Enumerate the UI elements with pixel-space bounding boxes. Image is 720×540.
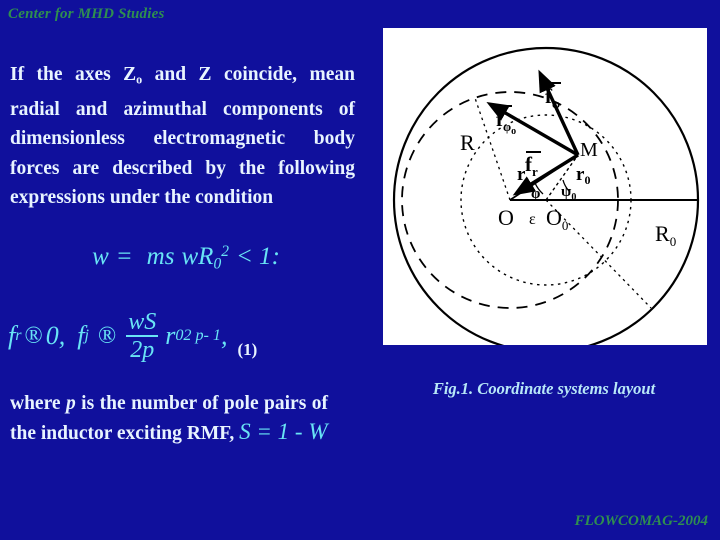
arrow-icon-2: ® <box>97 322 117 349</box>
condition-colon: : <box>271 243 280 271</box>
force-azimuthal-subscript: j <box>84 327 89 345</box>
svg-text:fr: fr <box>525 152 538 179</box>
label-R: R <box>460 130 475 155</box>
equation-number: (1) <box>237 339 258 359</box>
condition-omega: w <box>181 243 199 271</box>
condition-equation: w = ms wR02 < 1: <box>0 243 372 273</box>
slip-omega-symbol: W <box>308 419 328 444</box>
label-r: r <box>517 164 526 185</box>
figure-caption: Fig.1. Coordinate systems layout <box>432 379 656 398</box>
label-f-phi: fφ <box>545 82 561 111</box>
radius-variable: r <box>165 321 176 351</box>
condition-eta-symbol: m <box>146 243 165 271</box>
arrow-icon-1: ® <box>24 322 43 349</box>
figure-panel: R R0 M fφ fφo fr r r0 φ ψ0 O ε O0 <box>383 28 707 345</box>
main-equation: fr ® 0, fj ® wS 2p r02 p- 1, (1) <box>8 310 257 363</box>
svg-text:fφ: fφ <box>545 84 560 111</box>
equation-comma: , <box>221 321 228 351</box>
closing-paragraph: where p is the number of pole pairs of t… <box>10 390 328 448</box>
condition-equals: = <box>115 243 133 271</box>
page-title: Center for MHD Studies <box>8 6 165 22</box>
pole-pair-variable: p <box>65 393 76 414</box>
force-radial-symbol: f <box>8 321 16 351</box>
label-R0: R0 <box>655 221 676 249</box>
fraction: wS 2p <box>124 310 160 363</box>
footer-text: FLOWCOMAG-2004 <box>574 513 708 529</box>
condition-radius-exponent: 2 <box>221 243 229 260</box>
label-r0: r0 <box>576 164 590 187</box>
slide-root: Center for MHD Studies If the axes Zo an… <box>0 0 720 540</box>
force-radial-limit: 0, <box>45 321 66 351</box>
condition-relation: < 1 <box>235 243 272 271</box>
radius-variable-exponent: 2 p- 1 <box>183 327 221 345</box>
condition-lhs: w <box>92 243 109 271</box>
slip-equals: = <box>256 419 272 444</box>
coordinate-systems-diagram: R R0 M fφ fφo fr r r0 φ ψ0 O ε O0 <box>392 46 700 345</box>
slip-one: 1 <box>277 419 290 444</box>
label-M: M <box>580 139 598 161</box>
intro-text-part2: and Z coincide, mean radial and azimutha… <box>10 64 355 209</box>
label-epsilon: ε <box>529 211 536 228</box>
label-f-r: fr <box>525 151 541 179</box>
slip-minus: - <box>294 419 303 444</box>
label-O0: O0 <box>546 205 568 233</box>
fraction-denominator: 2p <box>126 335 159 363</box>
intro-text-part1: If the axes Z <box>10 64 137 85</box>
condition-radius: R <box>198 243 214 271</box>
condition-slip: s <box>164 243 175 271</box>
slip-equation: S = 1 - W <box>239 419 327 444</box>
slip-symbol: S <box>239 419 251 444</box>
closing-text-part1: where <box>10 393 66 414</box>
label-phi: φ <box>531 186 540 202</box>
intro-paragraph: If the axes Zo and Z coincide, mean radi… <box>10 60 355 213</box>
radius-variable-subscript: 0 <box>175 327 184 345</box>
fraction-numerator: wS <box>128 309 157 335</box>
label-O: O <box>498 205 514 230</box>
